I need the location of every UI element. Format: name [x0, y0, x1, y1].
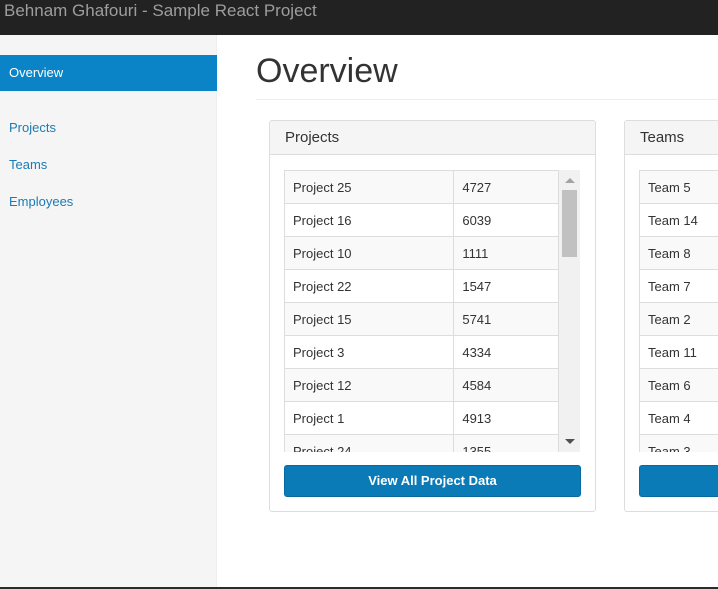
project-name-cell: Project 24	[284, 434, 455, 452]
team-name-cell: Team 14	[639, 203, 718, 237]
table-row[interactable]: Project 16 6039	[284, 203, 559, 237]
project-value-cell: 4727	[453, 170, 559, 204]
team-name-cell: Team 8	[639, 236, 718, 270]
team-name-cell: Team 2	[639, 302, 718, 336]
team-name-cell: Team 4	[639, 401, 718, 435]
project-name-cell: Project 1	[284, 401, 455, 435]
project-value-cell: 1547	[453, 269, 559, 303]
app-title: Behnam Ghafouri - Sample React Project	[4, 1, 317, 20]
team-name-cell: Team 7	[639, 269, 718, 303]
project-name-cell: Project 12	[284, 368, 455, 402]
project-name-cell: Project 16	[284, 203, 455, 237]
table-row[interactable]: Project 22 1547	[284, 269, 559, 303]
table-row[interactable]: Team 5	[639, 170, 718, 204]
sidebar-item-overview[interactable]: Overview	[0, 55, 217, 91]
project-name-cell: Project 22	[284, 269, 455, 303]
teams-panel-heading: Teams	[625, 121, 718, 155]
projects-panel-heading: Projects	[270, 121, 595, 155]
view-all-team-data-button[interactable]	[639, 465, 718, 497]
scrollbar-thumb[interactable]	[562, 190, 577, 257]
table-row[interactable]: Team 4	[639, 401, 718, 435]
table-row[interactable]: Project 3 4334	[284, 335, 559, 369]
table-row[interactable]: Team 2	[639, 302, 718, 336]
table-row[interactable]: Project 10 1111	[284, 236, 559, 270]
project-value-cell: 1355	[453, 434, 559, 452]
team-name-cell: Team 3	[639, 434, 718, 452]
table-row[interactable]: Project 24 1355	[284, 434, 559, 452]
table-row[interactable]: Team 14	[639, 203, 718, 237]
projects-scrollbar[interactable]	[559, 170, 580, 452]
team-name-cell: Team 6	[639, 368, 718, 402]
project-name-cell: Project 3	[284, 335, 455, 369]
teams-panel: Teams Team 5 Team 14 Team 8 Team 7 Team …	[624, 120, 718, 512]
table-row[interactable]: Project 1 4913	[284, 401, 559, 435]
sidebar-item-employees[interactable]: Employees	[9, 193, 73, 211]
project-name-cell: Project 15	[284, 302, 455, 336]
project-value-cell: 4913	[453, 401, 559, 435]
table-row[interactable]: Project 25 4727	[284, 170, 559, 204]
table-row[interactable]: Team 6	[639, 368, 718, 402]
table-row[interactable]: Project 15 5741	[284, 302, 559, 336]
project-value-cell: 6039	[453, 203, 559, 237]
project-name-cell: Project 10	[284, 236, 455, 270]
table-row[interactable]: Team 3	[639, 434, 718, 452]
table-row[interactable]: Team 11	[639, 335, 718, 369]
table-row[interactable]: Team 7	[639, 269, 718, 303]
project-value-cell: 4334	[453, 335, 559, 369]
teams-table: Team 5 Team 14 Team 8 Team 7 Team 2 Team…	[639, 170, 718, 452]
teams-table-scroll-area[interactable]: Team 5 Team 14 Team 8 Team 7 Team 2 Team…	[639, 170, 718, 452]
title-divider	[256, 99, 718, 100]
table-row[interactable]: Team 8	[639, 236, 718, 270]
project-name-cell: Project 25	[284, 170, 455, 204]
projects-table: Project 25 4727 Project 16 6039 Project 10…	[284, 170, 559, 452]
table-row[interactable]: Project 12 4584	[284, 368, 559, 402]
scroll-up-arrow-icon[interactable]	[565, 178, 575, 183]
project-value-cell: 4584	[453, 368, 559, 402]
page-title: Overview	[256, 52, 398, 90]
team-name-cell: Team 5	[639, 170, 718, 204]
sidebar: Overview Projects Teams Employees	[0, 35, 217, 589]
project-value-cell: 5741	[453, 302, 559, 336]
team-name-cell: Team 11	[639, 335, 718, 369]
scroll-down-arrow-icon[interactable]	[565, 439, 575, 444]
sidebar-item-projects[interactable]: Projects	[9, 119, 56, 137]
project-value-cell: 1111	[453, 236, 559, 270]
view-all-project-data-button[interactable]: View All Project Data	[284, 465, 581, 497]
sidebar-item-teams[interactable]: Teams	[9, 156, 47, 174]
projects-panel: Projects Project 25 4727 Project 16 6039 P…	[269, 120, 596, 512]
projects-table-scroll-area[interactable]: Project 25 4727 Project 16 6039 Project 10…	[284, 170, 581, 452]
app-title-bar: Behnam Ghafouri - Sample React Project	[0, 0, 718, 35]
